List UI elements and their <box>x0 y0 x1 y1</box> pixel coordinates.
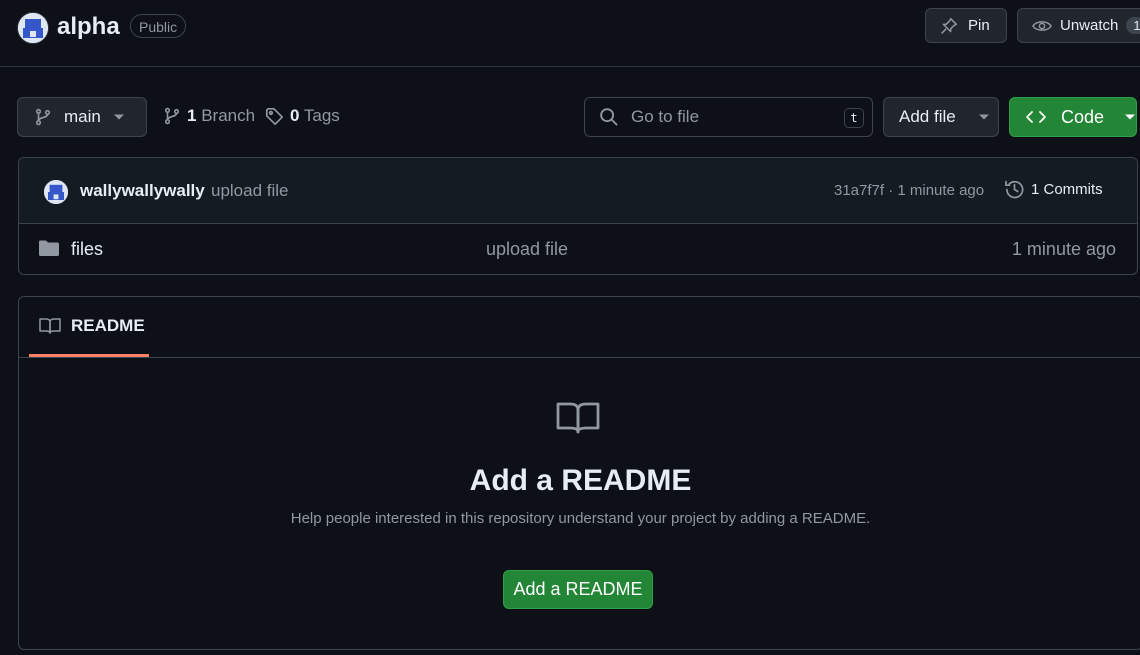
branch-count: 1 <box>187 106 197 125</box>
pin-icon <box>940 17 958 35</box>
unwatch-button[interactable]: Unwatch 1 <box>1017 8 1140 43</box>
tab-readme[interactable]: README <box>29 297 149 357</box>
folder-icon <box>39 239 59 257</box>
file-name-link[interactable]: files <box>71 239 103 260</box>
watch-count-badge: 1 <box>1126 17 1140 34</box>
readme-panel: README Add a README Help people interest… <box>18 296 1140 650</box>
commit-author-avatar[interactable] <box>44 180 68 204</box>
tag-count: 0 <box>290 106 300 125</box>
go-to-file-search[interactable]: t <box>584 97 873 137</box>
branch-count-label: Branch <box>201 106 256 125</box>
tag-count-label: Tags <box>303 106 340 125</box>
book-icon <box>39 317 61 335</box>
latest-commit-row: wallywallywally upload file 31a7f7f · 1 … <box>19 158 1137 224</box>
visibility-badge: Public <box>130 14 187 38</box>
commit-hash-time[interactable]: 31a7f7f · 1 minute ago <box>834 182 984 199</box>
code-label: Code <box>1061 106 1105 127</box>
commit-message[interactable]: upload file <box>211 181 289 201</box>
commits-count-label: 1 Commits <box>1031 181 1103 198</box>
branch-selector[interactable]: main <box>17 97 147 137</box>
unwatch-label: Unwatch <box>1060 17 1119 34</box>
blank-state-description: Help people interested in this repositor… <box>290 510 871 527</box>
eye-icon <box>1032 17 1052 35</box>
book-icon <box>556 400 600 436</box>
search-icon <box>599 107 619 127</box>
caret-down-icon[interactable] <box>1124 113 1136 121</box>
branches-link[interactable]: 1 Branch <box>163 106 255 126</box>
caret-down-icon <box>978 113 990 121</box>
commit-author[interactable]: wallywallywally <box>80 181 205 201</box>
go-to-file-input[interactable] <box>629 106 833 128</box>
history-icon <box>1004 179 1025 200</box>
repo-header: alpha Public Pin Unwatch 1 <box>0 0 1140 67</box>
repo-owner-avatar[interactable] <box>17 12 49 44</box>
tab-readme-label: README <box>71 315 145 335</box>
add-file-button[interactable]: Add file <box>883 97 999 137</box>
file-commit-message[interactable]: upload file <box>486 239 568 260</box>
tag-icon <box>265 107 284 126</box>
repo-name[interactable]: alpha <box>57 12 120 42</box>
caret-down-icon <box>113 113 125 121</box>
add-readme-button[interactable]: Add a README <box>503 570 653 609</box>
commits-history-link[interactable]: 1 Commits <box>1004 179 1103 200</box>
table-row[interactable]: files upload file 1 minute ago <box>19 224 1137 274</box>
code-icon <box>1025 109 1047 125</box>
readme-tabs: README <box>19 297 1140 358</box>
add-file-label: Add file <box>899 107 956 126</box>
git-branch-icon <box>34 108 52 126</box>
file-table: wallywallywally upload file 31a7f7f · 1 … <box>18 157 1138 275</box>
pin-button[interactable]: Pin <box>925 8 1007 43</box>
file-commit-age: 1 minute ago <box>1011 239 1116 259</box>
keyboard-shortcut-hint: t <box>844 108 864 128</box>
branch-name: main <box>64 107 101 126</box>
code-button[interactable]: Code <box>1009 97 1137 137</box>
git-branch-icon <box>163 107 181 125</box>
tags-link[interactable]: 0 Tags <box>265 106 340 126</box>
pin-label: Pin <box>968 17 990 34</box>
blank-state-title: Add a README <box>469 464 692 497</box>
